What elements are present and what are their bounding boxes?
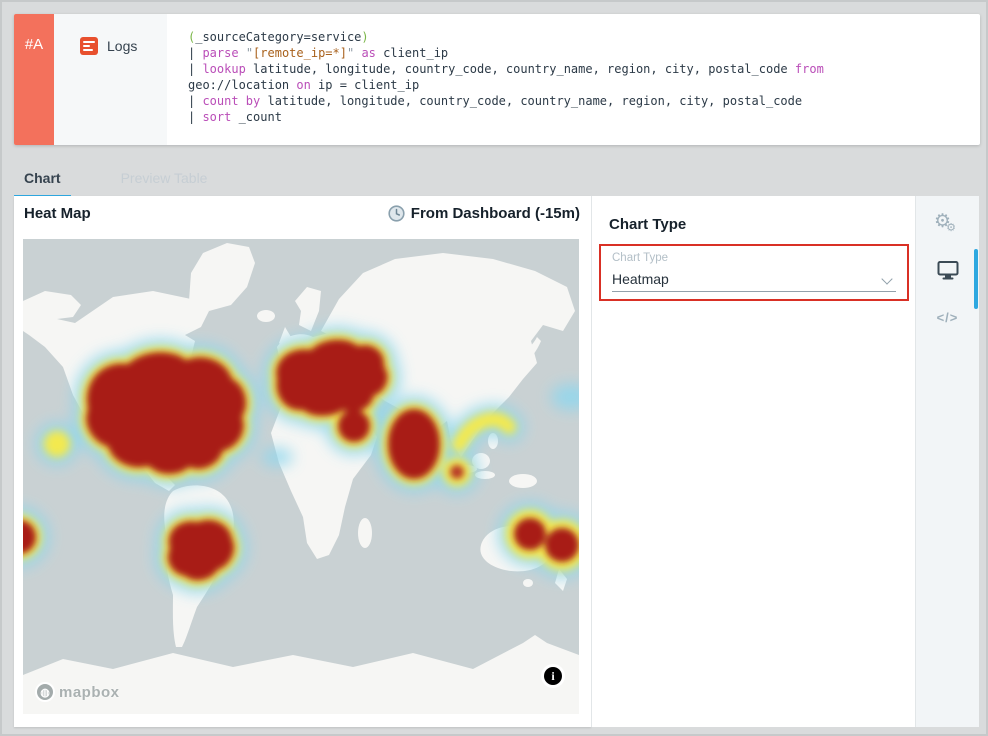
chart-type-field-label: Chart Type: [612, 252, 668, 264]
clock-icon: [388, 205, 405, 222]
query-panel: #A Logs (_sourceCategory=service)| parse…: [14, 14, 980, 145]
mapbox-attribution[interactable]: ◍ mapbox: [35, 682, 120, 702]
logs-icon: [80, 37, 98, 55]
source-type-cell[interactable]: Logs: [54, 14, 167, 145]
tab-bar: Chart Preview Table: [14, 166, 217, 198]
settings-gears-icon[interactable]: ⚙⚙: [916, 210, 979, 233]
side-toolbar: ⚙⚙ </>: [915, 196, 979, 727]
tab-preview-table[interactable]: Preview Table: [111, 166, 218, 198]
chart-type-highlight-box: Chart Type Heatmap: [599, 244, 909, 301]
app-window: #A Logs (_sourceCategory=service)| parse…: [0, 0, 988, 736]
active-tool-indicator: [974, 249, 978, 309]
chart-type-select[interactable]: Heatmap: [612, 271, 669, 287]
mapbox-wordmark: mapbox: [59, 684, 120, 701]
chart-settings-panel: Chart Type Chart Type Heatmap: [591, 196, 915, 727]
mapbox-icon: ◍: [35, 682, 55, 702]
display-monitor-icon[interactable]: [916, 260, 979, 285]
chevron-down-icon[interactable]: [883, 273, 893, 283]
heatmap-map[interactable]: ◍ mapbox i: [23, 239, 579, 714]
time-range[interactable]: From Dashboard (-15m): [388, 205, 580, 222]
info-icon: i: [544, 667, 562, 685]
panel-title: Heat Map: [24, 205, 91, 222]
code-icon[interactable]: </>: [916, 310, 979, 325]
query-code[interactable]: (_sourceCategory=service)| parse "[remot…: [167, 14, 980, 145]
settings-heading: Chart Type: [609, 216, 686, 233]
map-info-button[interactable]: i: [541, 664, 565, 688]
source-type-label: Logs: [107, 36, 137, 54]
row-badge[interactable]: #A: [14, 14, 54, 145]
time-range-label: From Dashboard (-15m): [411, 205, 580, 222]
chart-panel: Heat Map From Dashboard (-15m): [14, 196, 591, 727]
field-underline: [612, 291, 896, 292]
world-heatmap-svg: [23, 239, 579, 714]
tab-chart[interactable]: Chart: [14, 166, 71, 198]
